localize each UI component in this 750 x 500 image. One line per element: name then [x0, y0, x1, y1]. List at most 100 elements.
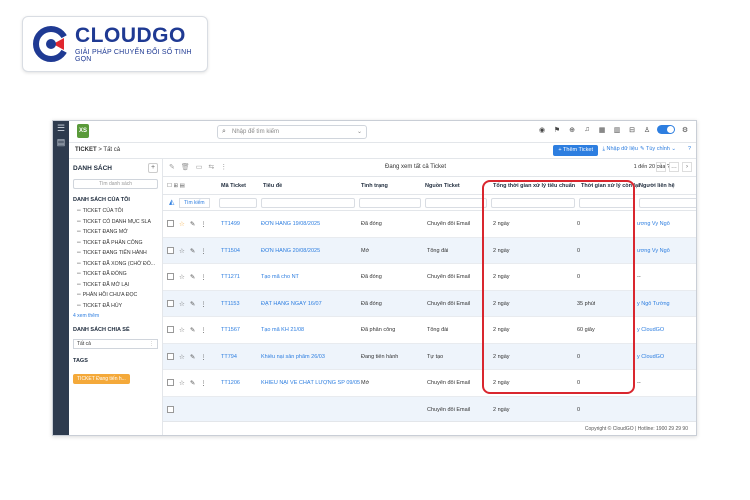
sidebar-item[interactable]: ═ PHẢN HỒI CHƯA ĐỌC [69, 290, 162, 301]
more-icon[interactable]: ⋮ [200, 247, 207, 255]
ticket-owner[interactable]: y CloudGO [637, 327, 696, 333]
ticket-title[interactable]: Tạo mã KH 21/08 [261, 327, 304, 333]
ticket-owner[interactable]: ương Vy Ngô [637, 248, 696, 254]
star-icon[interactable]: ☆ [179, 326, 185, 334]
ticket-id[interactable]: TT1206 [221, 380, 240, 386]
ticket-id[interactable]: TT1153 [221, 301, 240, 307]
ticket-title[interactable]: Khiếu nại sản phẩm 26/03 [261, 354, 325, 360]
star-icon[interactable]: ☆ [179, 353, 185, 361]
document-icon[interactable]: ▤ [53, 135, 69, 149]
edit-icon[interactable]: ✎ [169, 163, 175, 171]
sidebar-item[interactable]: ═ TICKET ĐÃ PHÂN CÔNG [69, 238, 162, 249]
more-icon[interactable]: ⋮ [200, 300, 207, 308]
star-icon[interactable]: ☆ [179, 273, 185, 281]
chevron-right-icon[interactable]: › [682, 162, 692, 172]
sidebar-item[interactable]: ═ TICKET ĐANG TIẾN HÀNH [69, 248, 162, 259]
star-icon[interactable]: ☆ [179, 379, 185, 387]
gear-icon[interactable]: ⚙ [680, 126, 690, 134]
row-checkbox[interactable] [167, 326, 174, 333]
tag-chip[interactable]: TICKET Đang tiến h... [73, 374, 130, 384]
ticket-owner[interactable]: y Ngô Tường [637, 301, 696, 307]
filter-owner[interactable] [639, 198, 696, 208]
col-owner[interactable]: Người liên hệ [639, 183, 675, 189]
filter-source[interactable] [425, 198, 487, 208]
filter-sla-left[interactable] [579, 198, 635, 208]
filter-sla-total[interactable] [491, 198, 575, 208]
ticket-title[interactable]: ĐƠN HÀNG 20/08/2025 [261, 248, 320, 254]
star-icon[interactable]: ☆ [179, 247, 185, 255]
merge-icon[interactable]: ⇆ [208, 163, 214, 171]
flag-icon[interactable]: ⚑ [552, 126, 562, 134]
ticket-title[interactable]: ĐẶT HÀNG NGÀY 16/07 [261, 301, 322, 307]
menu-icon[interactable]: ☰ [53, 121, 69, 135]
more-icon[interactable]: ⋮ [200, 379, 207, 387]
edit-icon[interactable]: ✎ [190, 353, 195, 361]
user-icon[interactable]: ♙ [642, 126, 652, 134]
table-row[interactable]: ☆ ✎ ⋮ TT794 Khiếu nại sản phẩm 26/03 Đang … [163, 343, 696, 370]
sidebar-item[interactable]: ═ TICKET ĐÃ XONG (CHỜ ĐÓ... [69, 259, 162, 270]
col-sla-total[interactable]: Tổng thời gian xử lý tiêu chuẩn [493, 183, 575, 189]
col-sla-left[interactable]: Thời gian xử lý còn lại [581, 183, 640, 189]
ticket-id[interactable]: TT1504 [221, 248, 240, 254]
table-row[interactable]: ☆ ✎ ⋮ TT1504 ĐƠN HÀNG 20/08/2025 Mở Tổng đ… [163, 237, 696, 264]
chevron-left-icon[interactable]: ‹ [656, 162, 666, 172]
more-icon[interactable]: ⋮ [200, 326, 207, 334]
sidebar-more-link[interactable]: 4 xem thêm [69, 311, 162, 321]
ticket-title[interactable]: Tạo mã cho NT [261, 274, 299, 280]
sidebar-item[interactable]: ═ TICKET ĐÃ ĐÓNG [69, 269, 162, 280]
comment-icon[interactable]: ▭ [196, 163, 203, 171]
row-checkbox[interactable] [167, 220, 174, 227]
more-icon[interactable]: ⋮ [200, 353, 207, 361]
calendar-icon[interactable]: ▦ [597, 126, 607, 134]
table-row[interactable]: ☆ ✎ ⋮ TT1567 Tạo mã KH 21/08 Đã phân công … [163, 317, 696, 344]
row-checkbox[interactable] [167, 405, 174, 413]
sidebar-item[interactable]: ═ TICKET ĐÃ HỦY [69, 301, 162, 312]
more-icon[interactable]: ⋮ [200, 273, 207, 281]
star-icon[interactable]: ☆ [179, 220, 185, 228]
ellipsis-icon[interactable]: … [669, 162, 679, 172]
edit-icon[interactable]: ✎ [190, 300, 195, 308]
ticket-id[interactable]: TT794 [221, 354, 237, 360]
shared-list-select[interactable]: Tất cả ⋮ [73, 339, 158, 349]
filter-title[interactable] [261, 198, 355, 208]
sidebar-item[interactable]: ═ TICKET CỦA TÔI [69, 206, 162, 217]
import-button[interactable]: ⤓ Nhập dữ liệu [603, 146, 638, 153]
sidebar-item[interactable]: ═ TICKET CÓ DANH MỤC SLA [69, 217, 162, 228]
star-icon[interactable]: ☆ [179, 300, 185, 308]
delete-icon[interactable]: 🗑 [181, 163, 190, 171]
col-title[interactable]: Tiêu đề [263, 183, 282, 189]
table-row[interactable]: ☆ ✎ ⋮ TT1206 KHIẾU NẠI VỀ CHẤT LƯỢNG SP 09… [163, 370, 696, 397]
edit-icon[interactable]: ✎ [190, 220, 195, 228]
sidebar-item[interactable]: ═ TICKET ĐANG MỞ [69, 227, 162, 238]
app-logo-icon[interactable]: XS [77, 124, 89, 138]
breadcrumb-module[interactable]: TICKET [75, 147, 97, 153]
ticket-owner[interactable]: ương Vy Ngô [637, 221, 696, 227]
table-row[interactable]: ☆ ✎ ⋮ TT1271 Tạo mã cho NT Đã đóng Chuyển … [163, 264, 696, 291]
sidebar-search-input[interactable]: Tìm danh sách [73, 179, 158, 189]
add-ticket-button[interactable]: + Thêm Ticket [553, 145, 598, 156]
edit-icon[interactable]: ✎ [190, 379, 195, 387]
mode-toggle[interactable] [657, 125, 675, 134]
col-id[interactable]: Mã Ticket [221, 183, 246, 189]
ticket-owner[interactable]: y CloudGO [637, 354, 696, 360]
chart-icon[interactable]: ▥ [612, 126, 622, 134]
table-row[interactable]: ☆ ✎ ⋮ TT1153 ĐẶT HÀNG NGÀY 16/07 Đã đóng C… [163, 290, 696, 317]
global-search-input[interactable]: ⌕ Nhập để tìm kiếm ⌄ [217, 125, 367, 139]
bell-icon[interactable]: ♫ [582, 126, 592, 133]
help-icon[interactable]: ? [688, 146, 691, 152]
more-icon[interactable]: ⋮ [200, 220, 207, 228]
location-icon[interactable]: ◉ [537, 126, 547, 134]
row-checkbox[interactable] [167, 273, 174, 280]
select-all-checkbox[interactable]: ☐ ⊞ ▤ [167, 183, 185, 189]
sidebar-item[interactable]: ═ TICKET ĐÃ MỞ LẠI [69, 280, 162, 291]
ticket-id[interactable]: TT1271 [221, 274, 240, 280]
edit-icon[interactable]: ✎ [190, 273, 195, 281]
row-checkbox[interactable] [167, 352, 174, 360]
ticket-id[interactable]: TT1567 [221, 327, 240, 333]
ticket-title[interactable]: ĐƠN HÀNG 19/08/2025 [261, 221, 320, 227]
table-row[interactable]: Chuyển đổi Email 2 ngày 0 [163, 396, 696, 423]
search-filter-button[interactable]: Tìm kiếm [179, 198, 210, 208]
more-icon[interactable]: ⋮ [220, 163, 227, 171]
inbox-icon[interactable]: ⊟ [627, 126, 637, 134]
customize-button[interactable]: ✎ Tùy chỉnh ⌄ [640, 146, 676, 152]
